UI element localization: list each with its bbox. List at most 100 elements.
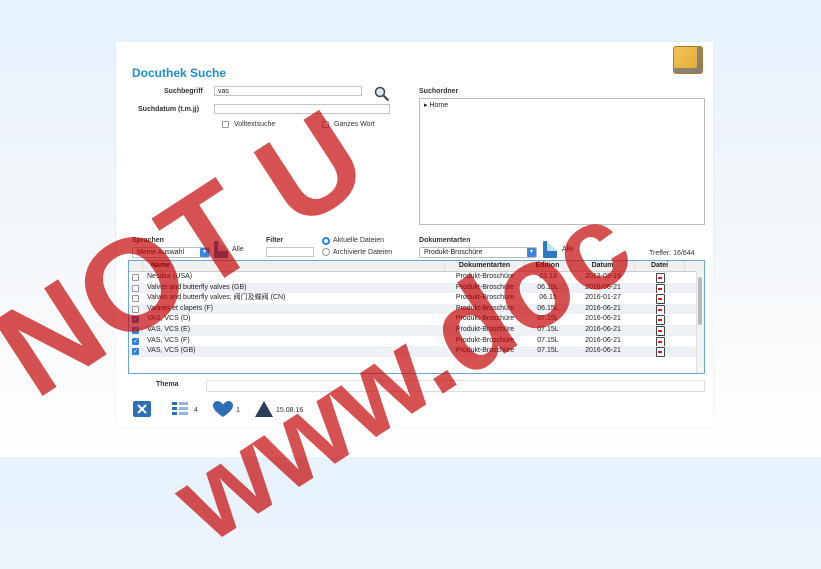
- row-name: VAS, VCS (D): [147, 315, 191, 323]
- row-edition: 07.15L: [537, 336, 559, 344]
- row-checkbox[interactable]: [132, 337, 139, 345]
- row-doctype: Produkt-Broschüre: [455, 304, 515, 312]
- search-panel: Docuthek Suche Suchbegriff vas Suchdatum…: [116, 42, 713, 427]
- row-name: Nesdiur (USA): [147, 273, 193, 280]
- row-date: 2016-06-21: [585, 325, 621, 333]
- col-file[interactable]: Datei: [635, 261, 685, 271]
- pdf-file-icon[interactable]: [655, 315, 665, 325]
- table-header: Name Dokumentarten Edition Datum Datei: [129, 261, 704, 272]
- wholeword-label: Ganzes Wort: [334, 121, 375, 128]
- folder-tree[interactable]: ▸ Home: [419, 98, 705, 225]
- row-checkbox[interactable]: [132, 316, 139, 324]
- table-row[interactable]: Valves and butterfly valves; 阀门及蝶阀 (CN) P…: [129, 293, 704, 304]
- fulltext-checkbox[interactable]: [222, 121, 229, 128]
- filter-input[interactable]: [266, 247, 314, 257]
- pdf-file-icon[interactable]: [655, 283, 665, 294]
- row-date: 2016-06-21: [585, 347, 621, 355]
- search-term-label: Suchbegriff: [164, 88, 203, 95]
- pdf-file-icon[interactable]: [655, 325, 665, 336]
- doctypes-select[interactable]: Produkt-Broschüre ▾: [419, 247, 537, 258]
- list-count: 4: [194, 407, 198, 414]
- heart-icon[interactable]: [212, 400, 234, 418]
- thema-field[interactable]: [206, 380, 705, 392]
- row-doctype: Produkt-Broschüre: [455, 325, 515, 333]
- table-row[interactable]: Vannes et clapets (F) Produkt-Broschüre 06…: [129, 303, 704, 315]
- row-checkbox[interactable]: [132, 284, 139, 292]
- hits-count: Treffer: 16/644: [649, 250, 695, 257]
- row-doctype: Produkt-Broschüre: [455, 273, 515, 280]
- pdf-file-icon[interactable]: [655, 336, 665, 347]
- language-all-label: Alle: [232, 246, 244, 253]
- row-date: 2016-06-21: [585, 315, 621, 323]
- table-row[interactable]: VAS, VCS (D) Produkt-Broschüre 07.15L 2016-…: [129, 314, 704, 325]
- row-doctype: Produkt-Broschüre: [455, 294, 515, 302]
- row-name: Valves and butterfly valves; 阀门及蝶阀 (CN): [147, 294, 286, 302]
- table-row[interactable]: Nesdiur (USA) Produkt-Broschüre 03.13 2013-…: [129, 272, 704, 283]
- doctypes-all-label: Alle: [562, 246, 574, 253]
- filter-label: Filter: [266, 237, 284, 244]
- archived-docs-radio[interactable]: [322, 248, 330, 256]
- current-docs-radio[interactable]: [322, 237, 330, 245]
- chevron-down-icon: ▾: [200, 248, 209, 257]
- archived-docs-label: Archivierte Dateien: [333, 249, 393, 256]
- row-edition: 07.15L: [537, 347, 559, 355]
- row-name: VAS, VCS (F): [147, 336, 190, 344]
- table-body: Nesdiur (USA) Produkt-Broschüre 03.13 2013-…: [129, 272, 704, 357]
- pdf-file-icon[interactable]: [655, 304, 665, 315]
- chevron-down-icon: ▾: [527, 248, 536, 257]
- folder-item-home[interactable]: ▸ Home: [420, 99, 704, 111]
- results-table[interactable]: Name Dokumentarten Edition Datum Datei N…: [128, 260, 705, 374]
- row-edition: 03.13: [539, 273, 557, 280]
- thema-label: Thema: [156, 381, 179, 388]
- table-row[interactable]: VAS, VCS (F) Produkt-Broschüre 07.15L 2016-…: [129, 336, 704, 347]
- row-edition: 06.15: [539, 294, 557, 302]
- language-label: Sprachen: [132, 237, 164, 244]
- row-name: Valves and butterfly valves (GB): [147, 283, 247, 291]
- row-checkbox[interactable]: [132, 274, 139, 281]
- search-icon[interactable]: [374, 86, 390, 102]
- row-date: 2016-06-21: [585, 336, 621, 344]
- row-name: Vannes et clapets (F): [147, 304, 214, 312]
- table-row[interactable]: VAS, VCS (GB) Produkt-Broschüre 07.15L 2016…: [129, 346, 704, 357]
- col-doctype[interactable]: Dokumentarten: [445, 261, 525, 271]
- col-edition[interactable]: Edition: [525, 261, 571, 271]
- language-select-value: Meine Auswahl: [137, 249, 185, 256]
- table-row[interactable]: VAS, VCS (E) Produkt-Broschüre 07.15L 2016-…: [129, 324, 704, 336]
- favorites-count: 1: [236, 407, 240, 414]
- col-date[interactable]: Datum: [571, 261, 635, 271]
- row-checkbox[interactable]: [132, 348, 139, 356]
- row-checkbox[interactable]: [132, 326, 139, 334]
- wholeword-checkbox[interactable]: [322, 121, 329, 128]
- warning-triangle-icon[interactable]: [254, 400, 274, 418]
- current-docs-label: Aktuelle Dateien: [333, 237, 384, 244]
- row-edition: 07.15L: [537, 315, 559, 323]
- table-row[interactable]: Valves and butterfly valves (GB) Produkt-…: [129, 282, 704, 294]
- row-name: VAS, VCS (GB): [147, 347, 196, 355]
- search-date-label: Suchdatum (t.m.jj): [138, 106, 200, 113]
- row-edition: 07.15L: [537, 325, 559, 333]
- row-checkbox[interactable]: [132, 305, 139, 313]
- row-date: 2016-06-21: [585, 283, 621, 291]
- pdf-file-icon[interactable]: [655, 294, 665, 304]
- app-logo: [673, 46, 703, 74]
- row-date: 2016-06-21: [585, 304, 621, 312]
- col-name[interactable]: Name: [143, 261, 445, 271]
- row-edition: 06.15L: [537, 283, 559, 291]
- search-date-input[interactable]: [214, 104, 390, 114]
- row-date: 2016-01-27: [585, 294, 621, 302]
- list-icon[interactable]: [170, 400, 190, 418]
- footer-date: 15.08.16: [276, 407, 304, 414]
- row-checkbox[interactable]: [132, 295, 139, 303]
- document-icon[interactable]: [214, 241, 228, 258]
- delete-icon[interactable]: [132, 400, 152, 418]
- pdf-file-icon[interactable]: [655, 347, 665, 357]
- fulltext-label: Volltextsuche: [234, 121, 276, 128]
- row-doctype: Produkt-Broschüre: [455, 347, 515, 355]
- app-title: Docuthek Suche: [132, 66, 227, 80]
- pdf-file-icon[interactable]: [655, 273, 665, 283]
- document-icon[interactable]: [543, 241, 557, 258]
- language-select[interactable]: Meine Auswahl ▾: [132, 247, 210, 258]
- row-doctype: Produkt-Broschüre: [455, 336, 515, 344]
- table-scrollbar[interactable]: [696, 271, 704, 373]
- search-term-input[interactable]: vas: [214, 86, 362, 96]
